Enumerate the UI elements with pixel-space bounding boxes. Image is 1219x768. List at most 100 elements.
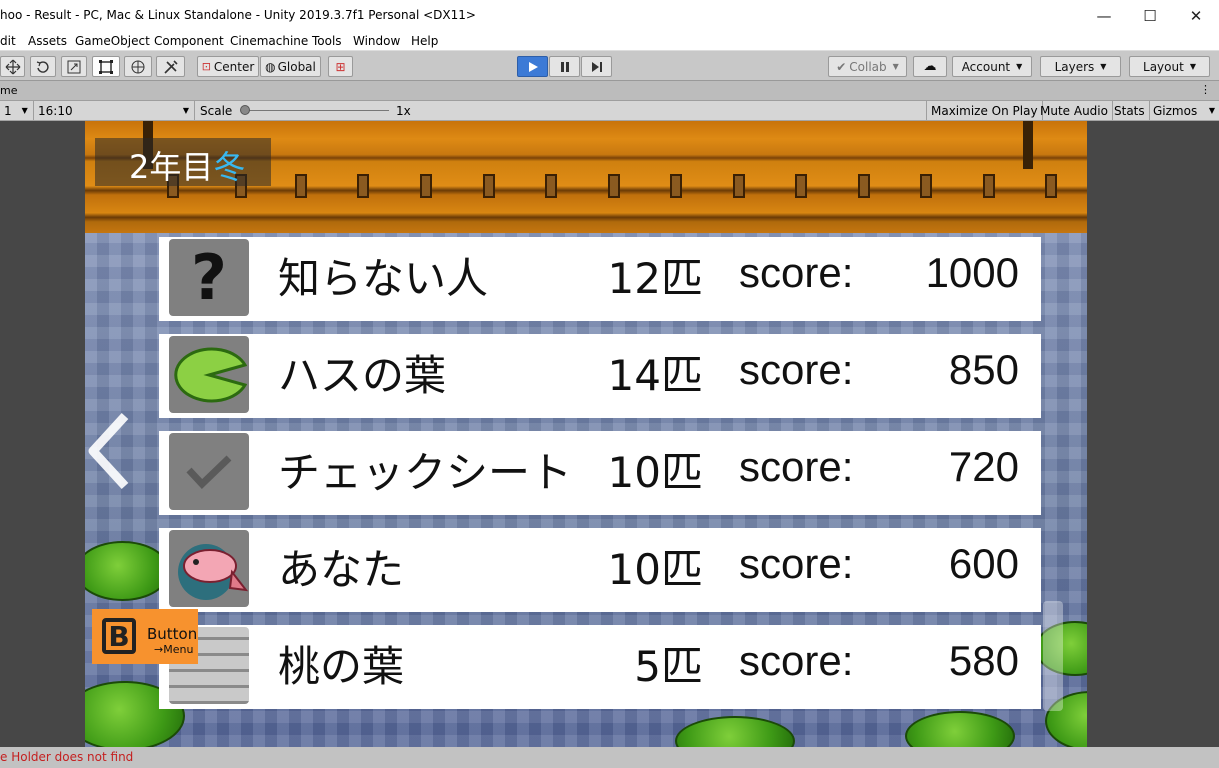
menu-tools[interactable]: Tools (312, 34, 342, 48)
step-icon (591, 61, 602, 72)
chevron-down-icon: ▼ (1100, 62, 1107, 71)
globe-icon: ◍ (265, 59, 276, 74)
scale-tool-button[interactable] (61, 56, 87, 77)
score-label: score: (739, 346, 854, 393)
status-message[interactable]: e Holder does not find (0, 750, 133, 764)
display-label: 1 (4, 103, 12, 118)
ranking-row: 桃の葉 5匹 score: 580 (159, 625, 1041, 709)
layout-label: Layout (1143, 59, 1184, 74)
scrollbar[interactable] (1043, 601, 1063, 711)
chevron-down-icon: ▼ (1016, 62, 1023, 71)
transform-icon (131, 60, 145, 73)
menu-button-label: Button (147, 625, 198, 643)
pause-icon (560, 61, 569, 72)
custom-tool-button[interactable] (156, 56, 185, 77)
chevron-down-icon: ▼ (892, 62, 899, 71)
close-icon: ✕ (1189, 6, 1203, 25)
fish-icon (169, 530, 249, 607)
row-name: ハスの葉 (278, 351, 447, 400)
ranking-row: あなた 10匹 score: 600 (159, 528, 1041, 612)
play-icon (528, 61, 538, 72)
menu-component[interactable]: Component (154, 34, 224, 48)
global-label: Global (277, 59, 316, 74)
checkmark-icon (169, 433, 249, 510)
row-name: 知らない人 (278, 254, 489, 303)
cloud-icon: ☁ (923, 59, 937, 74)
layers-label: Layers (1054, 59, 1095, 74)
chevron-down-icon: ▼ (1208, 106, 1215, 115)
tools-icon (163, 59, 178, 74)
row-count: 10匹 (607, 448, 703, 497)
layers-dropdown[interactable]: Layers ▼ (1040, 56, 1121, 77)
status-bar: e Holder does not find (0, 747, 1219, 768)
menu-button[interactable]: B Button →Menu (92, 609, 198, 664)
minimize-button[interactable]: — (1081, 0, 1127, 31)
maximize-label: Maximize On Play (931, 103, 1038, 118)
season-text: 冬 (213, 148, 246, 186)
menu-cinemachine[interactable]: Cinemachine (230, 34, 308, 48)
question-mark-icon: ? (169, 239, 249, 316)
lily-pad-icon (169, 336, 249, 413)
row-count: 12匹 (607, 254, 703, 303)
pivot-center-button[interactable]: ⊡ Center (197, 56, 259, 77)
step-button[interactable] (581, 56, 612, 77)
row-name: 桃の葉 (278, 642, 405, 691)
row-count: 5匹 (634, 642, 703, 691)
collab-dropdown[interactable]: ✔ Collab ▼ (828, 56, 907, 77)
move-icon (5, 59, 20, 74)
row-score: 720 (948, 443, 1019, 490)
play-button[interactable] (517, 56, 548, 77)
menu-help[interactable]: Help (411, 34, 438, 48)
snap-button[interactable]: ⊞ (328, 56, 353, 77)
menu-assets[interactable]: Assets (28, 34, 67, 48)
scale-slider[interactable]: Scale 1x (196, 101, 426, 120)
pivot-icon: ⊡ (201, 60, 211, 73)
score-label: score: (739, 540, 854, 587)
main-toolbar: ⊡ Center ◍ Global ⊞ ✔ Collab ▼ ☁ Account ▼ La… (0, 51, 1219, 81)
window-title: hoo - Result - PC, Mac & Linux Standalon… (0, 8, 476, 22)
slider-track[interactable] (244, 110, 389, 111)
rotate-icon (36, 60, 49, 73)
aspect-dropdown[interactable]: 16:10 ▼ (34, 101, 195, 120)
chevron-left-icon[interactable] (85, 406, 135, 496)
chevron-down-icon: ▼ (21, 106, 28, 115)
stats-toggle[interactable]: Stats (1110, 101, 1150, 120)
scale-icon (67, 60, 81, 73)
mute-audio-toggle[interactable]: Mute Audio (1036, 101, 1113, 120)
maximize-on-play-toggle[interactable]: Maximize On Play (926, 101, 1043, 120)
game-view-toolbar: 1 ▼ 16:10 ▼ Scale 1x Maximize On Play Mute… (0, 101, 1219, 121)
ranking-row: ? 知らない人 12匹 score: 1000 (159, 237, 1041, 321)
layout-dropdown[interactable]: Layout ▼ (1129, 56, 1210, 77)
ranking-row: ハスの葉 14匹 score: 850 (159, 334, 1041, 418)
game-view-tab-bar: me ⋮ (0, 81, 1219, 101)
scale-value: 1x (396, 103, 411, 118)
menu-edit[interactable]: dit (0, 34, 16, 48)
cloud-button[interactable]: ☁ (913, 56, 947, 77)
gizmos-dropdown[interactable]: Gizmos ▼ (1149, 101, 1219, 120)
close-button[interactable]: ✕ (1173, 0, 1219, 31)
row-score: 600 (948, 540, 1019, 587)
move-tool-button[interactable] (0, 56, 25, 77)
score-label: score: (739, 443, 854, 490)
account-dropdown[interactable]: Account ▼ (952, 56, 1032, 77)
transform-tool-button[interactable] (124, 56, 152, 77)
slider-handle[interactable] (240, 105, 250, 115)
rect-tool-button[interactable] (92, 56, 120, 77)
rotate-tool-button[interactable] (30, 56, 56, 77)
menu-window[interactable]: Window (353, 34, 400, 48)
maximize-button[interactable]: ☐ (1127, 0, 1173, 31)
menu-button-sublabel: →Menu (154, 643, 194, 656)
ranking-row: チェックシート 10匹 score: 720 (159, 431, 1041, 515)
tab-menu-icon[interactable]: ⋮ (1200, 83, 1211, 96)
tab-game[interactable]: me (0, 84, 17, 97)
display-dropdown[interactable]: 1 ▼ (0, 101, 34, 120)
row-score: 580 (948, 637, 1019, 684)
pause-button[interactable] (549, 56, 580, 77)
score-label: score: (739, 637, 854, 684)
scale-label: Scale (200, 103, 233, 118)
rect-icon (99, 59, 113, 74)
menu-gameobject[interactable]: GameObject (75, 34, 150, 48)
pivot-global-button[interactable]: ◍ Global (260, 56, 321, 77)
score-label: score: (739, 249, 854, 296)
row-score: 850 (948, 346, 1019, 393)
